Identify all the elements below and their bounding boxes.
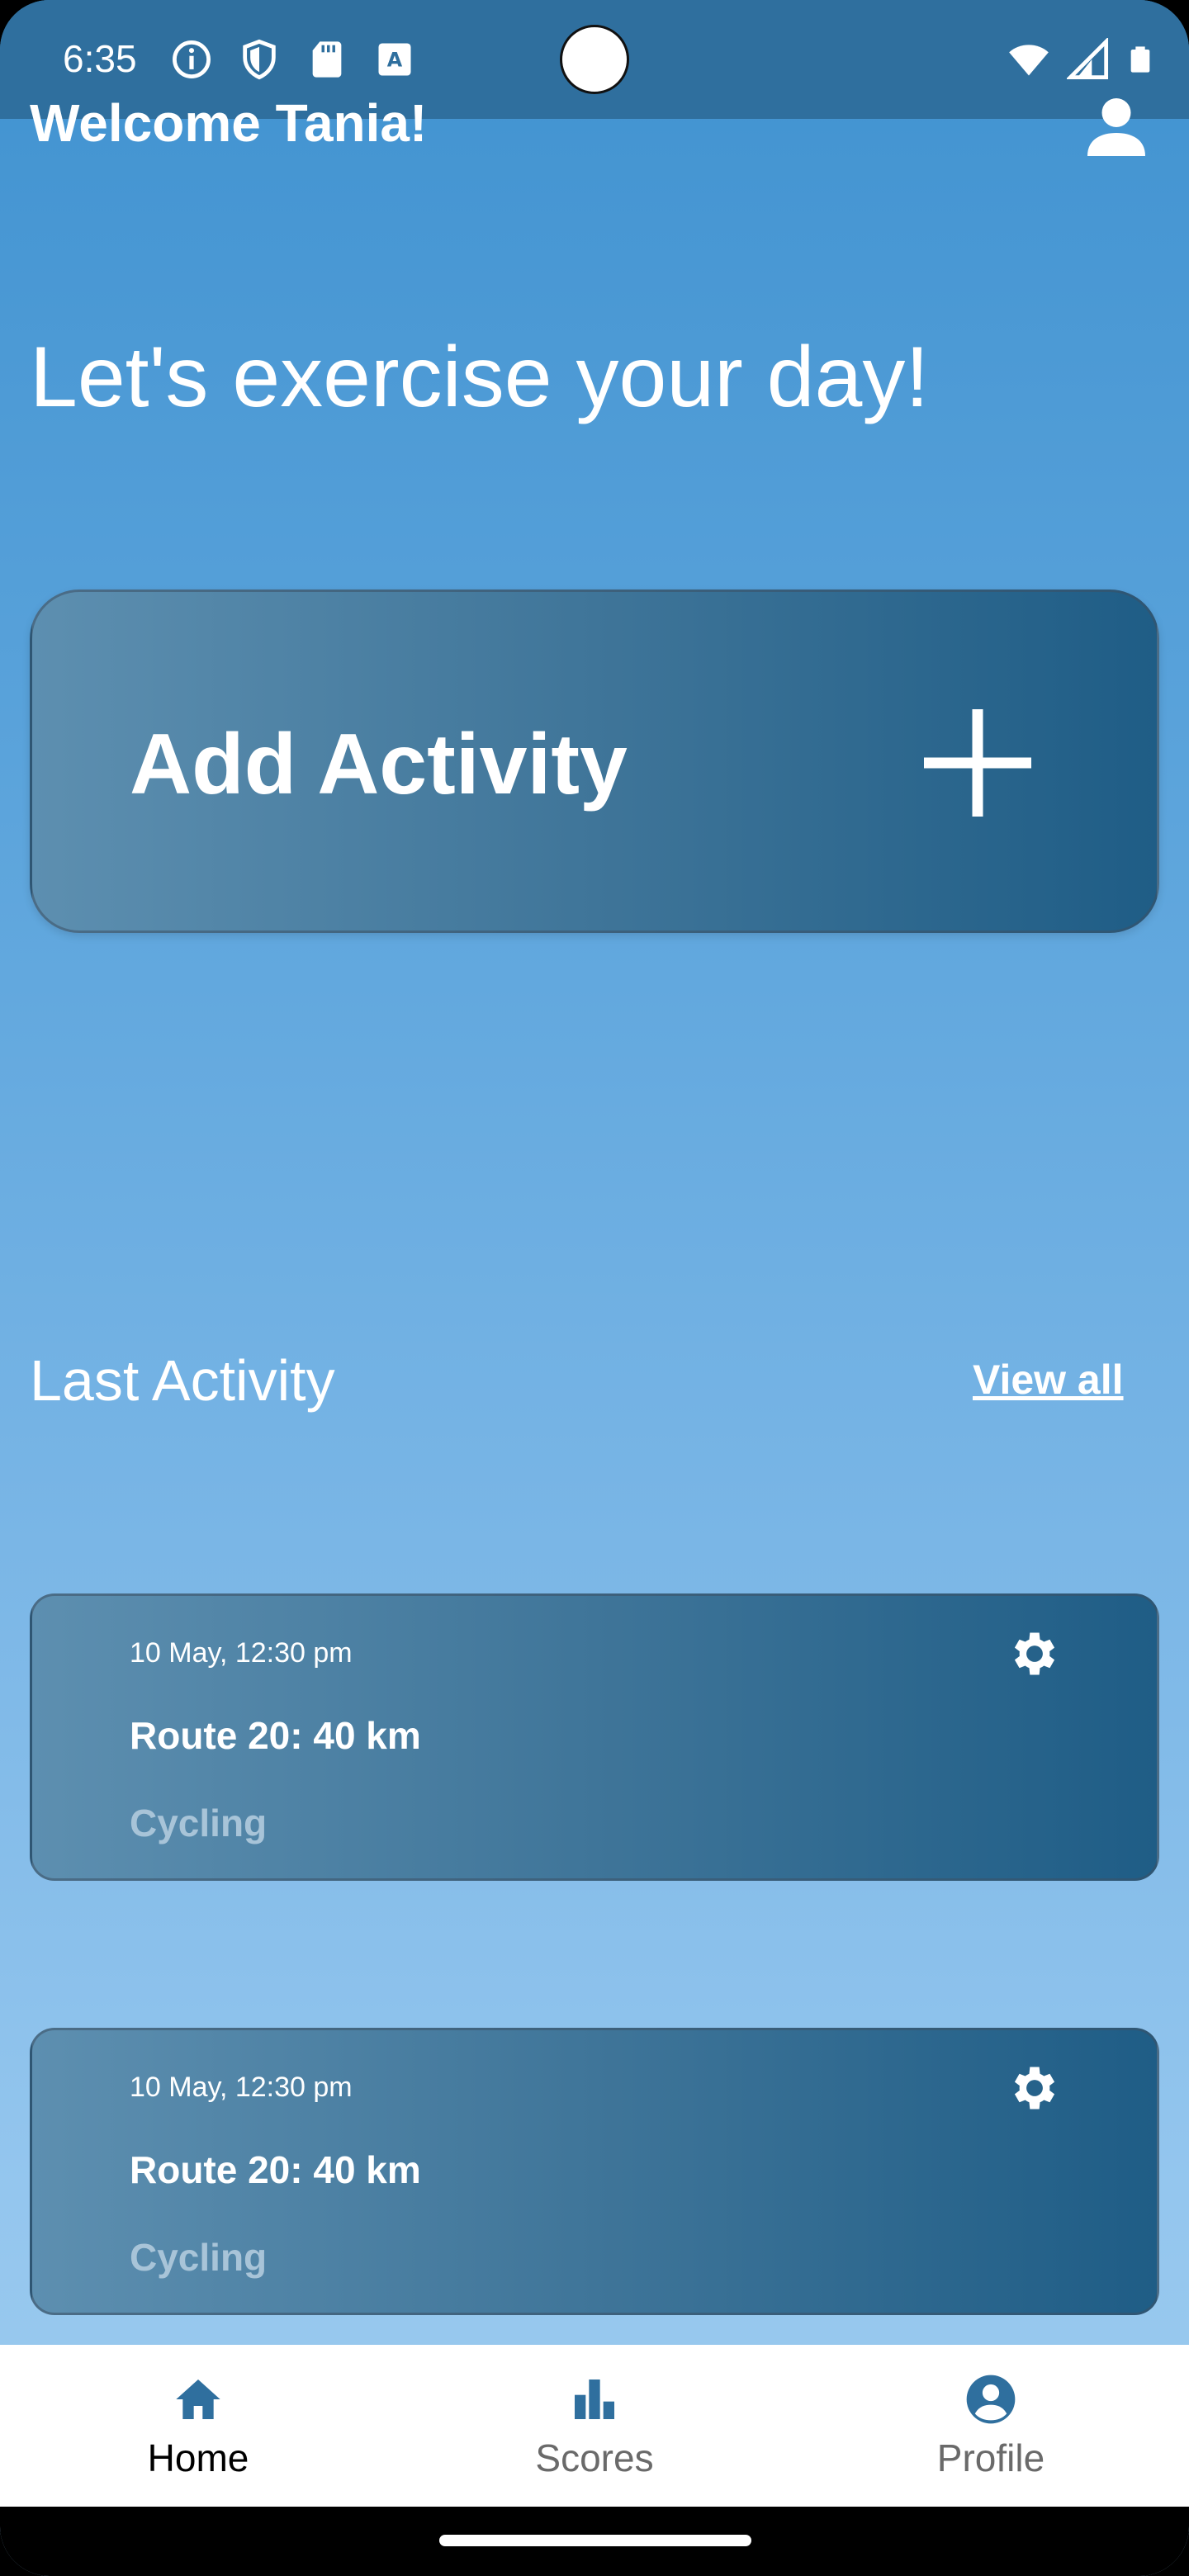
- signal-icon: [1067, 38, 1109, 80]
- activity-date: 10 May, 12:30 pm: [130, 1637, 353, 1669]
- nav-label: Home: [147, 2436, 249, 2479]
- info-icon: [173, 40, 211, 78]
- welcome-title: Welcome Tania!: [30, 93, 428, 153]
- activity-route: Route 20: 40 km: [130, 2148, 421, 2191]
- home-gesture-bar[interactable]: [439, 2535, 751, 2546]
- plus-icon: [924, 709, 1031, 817]
- home-icon: [176, 2379, 220, 2419]
- nav-label: Scores: [535, 2436, 654, 2479]
- activity-route: Route 20: 40 km: [130, 1714, 421, 1757]
- wifi-icon: [1009, 45, 1049, 76]
- status-system-icons: [1007, 38, 1154, 81]
- battery-icon: [1130, 46, 1150, 73]
- activity-type: Cycling: [130, 1802, 268, 1844]
- camera-cutout: [560, 25, 629, 94]
- activity-type: Cycling: [130, 2236, 268, 2279]
- activity-card[interactable]: 10 May, 12:30 pm Route 20: 40 km Cycling: [30, 2028, 1159, 2315]
- gear-icon[interactable]: [1007, 2060, 1063, 2116]
- page-tagline: Let's exercise your day!: [30, 329, 930, 425]
- app-screen: 6:35 A Welcome Tania! Let's exercise you…: [0, 0, 1189, 2576]
- nav-label: Profile: [936, 2436, 1045, 2479]
- svg-text:A: A: [387, 49, 403, 72]
- view-all-link[interactable]: View all: [973, 1356, 1124, 1404]
- nav-item-scores[interactable]: Scores: [396, 2345, 793, 2507]
- sd-card-icon: [312, 41, 342, 78]
- person-icon[interactable]: [1082, 92, 1151, 162]
- status-notification-icons: A: [170, 38, 416, 81]
- bar-chart-icon: [575, 2379, 614, 2419]
- add-activity-label: Add Activity: [130, 717, 628, 812]
- status-time: 6:35: [63, 37, 137, 80]
- gear-icon[interactable]: [1007, 1626, 1063, 1682]
- shield-icon: [243, 39, 276, 80]
- last-activity-title: Last Activity: [30, 1348, 335, 1413]
- activity-date: 10 May, 12:30 pm: [130, 2072, 353, 2103]
- bottom-navigation: Home Scores Profile: [0, 2345, 1189, 2507]
- text-a-icon: A: [378, 43, 411, 76]
- nav-item-home[interactable]: Home: [0, 2345, 396, 2507]
- activity-card[interactable]: 10 May, 12:30 pm Route 20: 40 km Cycling: [30, 1593, 1159, 1881]
- nav-item-profile[interactable]: Profile: [793, 2345, 1189, 2507]
- add-activity-button[interactable]: Add Activity: [30, 590, 1159, 933]
- account-circle-icon: [966, 2375, 1016, 2424]
- gesture-area: [0, 2507, 1189, 2576]
